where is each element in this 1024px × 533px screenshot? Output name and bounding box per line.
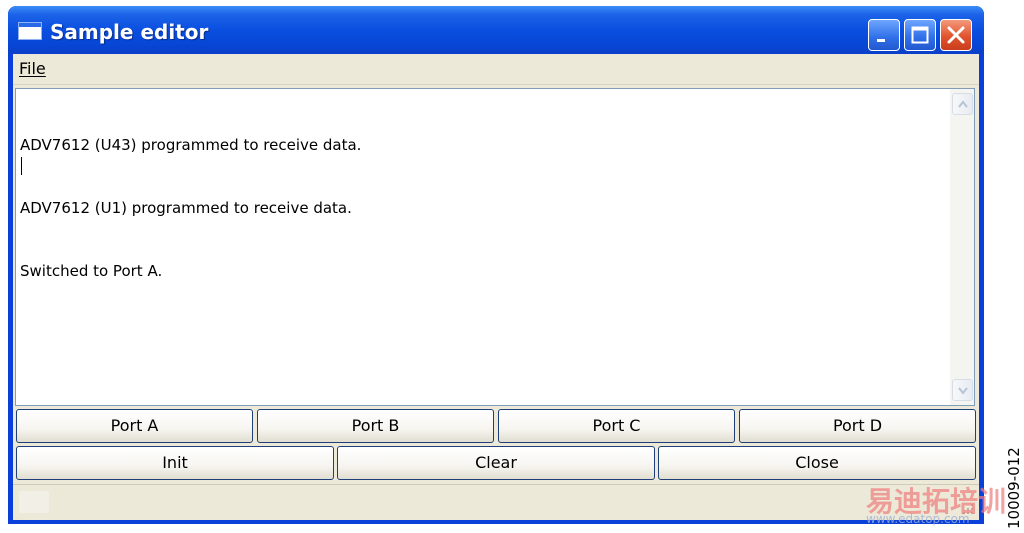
log-line: ADV7612 (U1) programmed to receive data.	[20, 199, 352, 217]
port-c-button[interactable]: Port C	[498, 409, 735, 443]
scroll-up-button[interactable]	[952, 93, 973, 115]
minimize-icon	[877, 39, 885, 42]
text-caret	[21, 157, 22, 175]
log-line: Switched to Port A.	[20, 262, 163, 280]
status-pane	[19, 491, 49, 513]
close-button[interactable]: Close	[658, 446, 976, 480]
client-area: File ADV7612 (U43) programmed to receive…	[13, 54, 979, 520]
scroll-down-button[interactable]	[952, 379, 973, 401]
maximize-button[interactable]	[904, 19, 936, 51]
log-textarea[interactable]: ADV7612 (U43) programmed to receive data…	[15, 88, 975, 406]
port-b-button[interactable]: Port B	[257, 409, 494, 443]
port-d-button[interactable]: Port D	[739, 409, 976, 443]
vertical-scrollbar[interactable]	[950, 89, 974, 405]
app-window: Sample editor File ADV7612 (U43) program…	[8, 6, 984, 524]
minimize-button[interactable]	[868, 19, 900, 51]
menu-file[interactable]: File	[19, 59, 46, 78]
title-bar[interactable]: Sample editor	[8, 6, 984, 54]
watermark-url: www.edatop.com	[866, 512, 970, 526]
figure-code-text: 10009-012	[1005, 447, 1023, 529]
close-icon	[947, 26, 965, 44]
figure-code: 10009-012	[1000, 440, 1023, 530]
clear-button[interactable]: Clear	[337, 446, 655, 480]
log-line: ADV7612 (U43) programmed to receive data…	[20, 136, 362, 154]
maximize-icon	[911, 26, 929, 44]
status-bar	[13, 484, 979, 520]
window-title: Sample editor	[50, 20, 209, 44]
close-window-button[interactable]	[940, 19, 972, 51]
menu-bar: File	[13, 54, 979, 85]
chevron-down-icon	[958, 387, 968, 395]
log-content: ADV7612 (U43) programmed to receive data…	[20, 93, 940, 324]
port-a-button[interactable]: Port A	[16, 409, 253, 443]
init-button[interactable]: Init	[16, 446, 334, 480]
chevron-up-icon	[958, 100, 968, 108]
window-icon	[18, 22, 42, 40]
